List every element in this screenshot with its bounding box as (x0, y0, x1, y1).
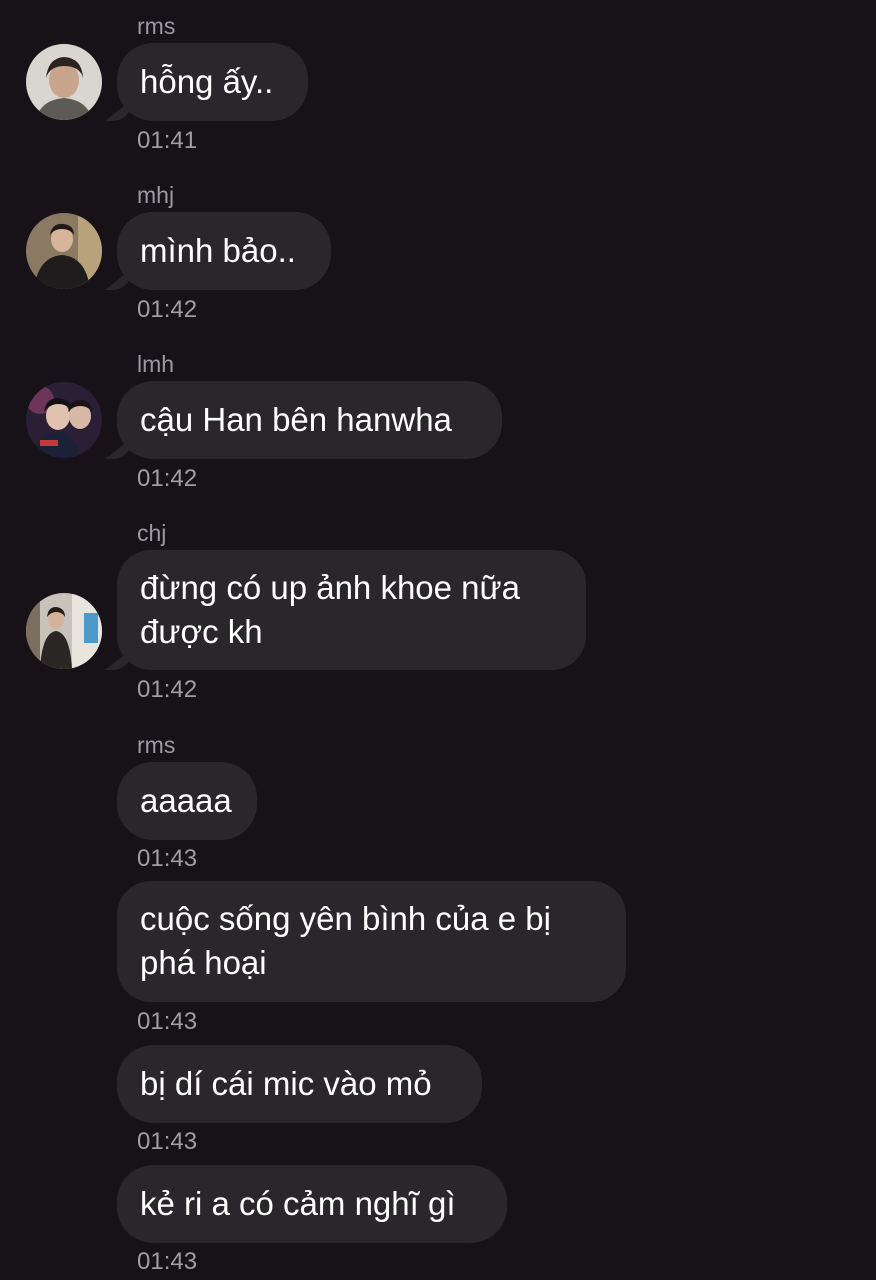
message-bubble[interactable]: aaaaa (117, 762, 257, 840)
message-bubble[interactable]: cậu Han bên hanwha (117, 381, 502, 459)
message-text: kẻ ri a có cảm nghĩ gì (140, 1185, 456, 1222)
message-timestamp: 01:43 (137, 1128, 198, 1155)
message-timestamp: 01:41 (137, 127, 198, 154)
message-timestamp: 01:42 (137, 465, 198, 492)
message-timestamp: 01:43 (137, 1008, 198, 1035)
message-text: đừng có up ảnh khoe nữa được kh (140, 569, 520, 650)
message-timestamp: 01:42 (137, 676, 198, 703)
message-bubble[interactable]: đừng có up ảnh khoe nữa được kh (117, 550, 586, 670)
message-text: hỗng ấy.. (140, 63, 274, 100)
sender-name: chj (137, 520, 167, 546)
sender-name: rms (137, 732, 176, 758)
message-bubble[interactable]: kẻ ri a có cảm nghĩ gì (117, 1165, 507, 1243)
message-text: aaaaa (140, 782, 232, 819)
user-avatar-rms[interactable] (26, 44, 102, 120)
sender-name: lmh (137, 351, 175, 377)
sender-name: mhj (137, 182, 175, 208)
message-text: cậu Han bên hanwha (140, 401, 452, 438)
message-timestamp: 01:43 (137, 845, 198, 872)
message-bubble[interactable]: bị dí cái mic vào mỏ (117, 1045, 482, 1123)
message-text: mình bảo.. (140, 232, 296, 269)
user-avatar-chj[interactable] (26, 593, 102, 669)
message-bubble[interactable]: mình bảo.. (117, 212, 331, 290)
user-avatar-mhj[interactable] (26, 213, 102, 289)
message-bubble[interactable]: cuộc sống yên bình của e bị phá hoại (117, 881, 626, 1002)
message-timestamp: 01:42 (137, 296, 198, 323)
message-text: bị dí cái mic vào mỏ (140, 1065, 432, 1102)
user-avatar-lmh[interactable] (26, 382, 102, 458)
message-text: cuộc sống yên bình của e bị phá hoại (140, 900, 551, 981)
sender-name: rms (137, 13, 176, 39)
message-bubble[interactable]: hỗng ấy.. (117, 43, 308, 121)
message-timestamp: 01:43 (137, 1248, 198, 1275)
